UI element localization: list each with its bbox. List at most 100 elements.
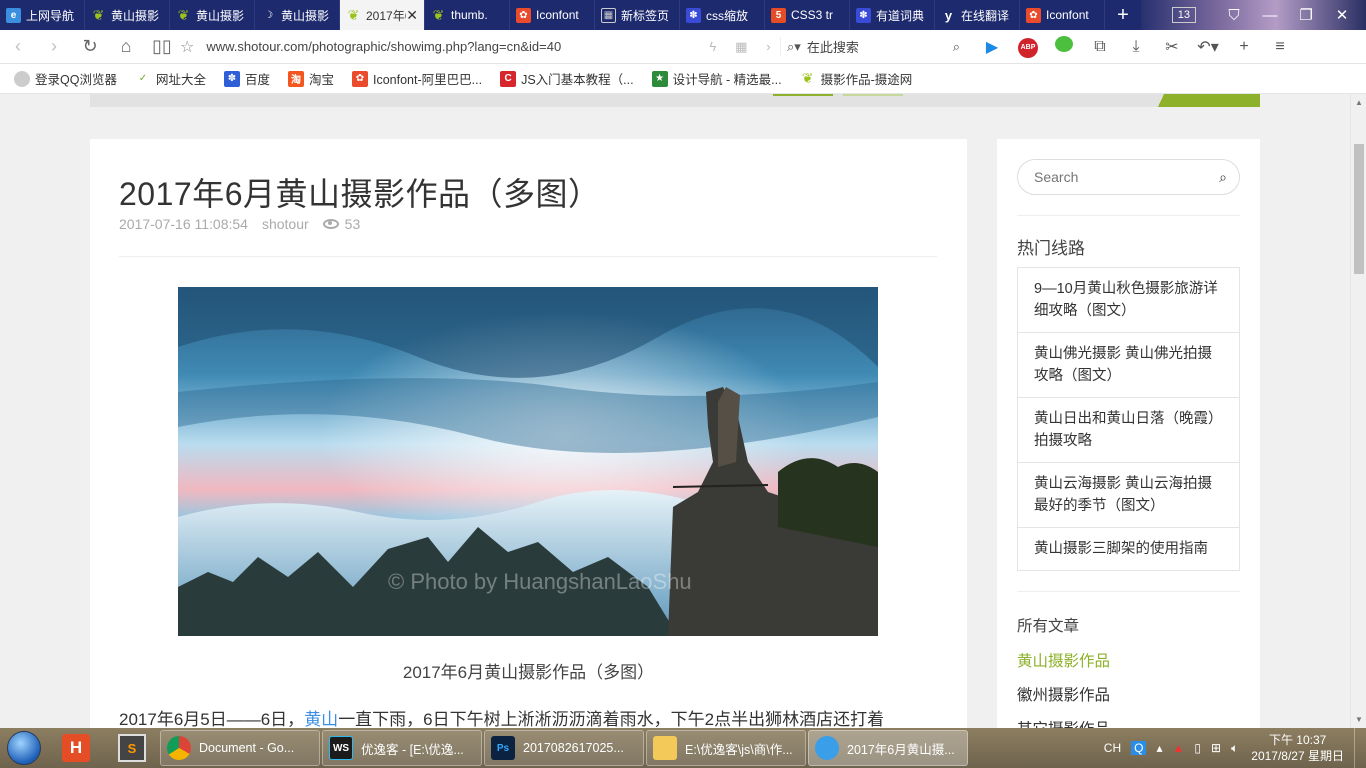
- tab-item[interactable]: ✽ css缩放: [680, 0, 765, 30]
- refresh-icon[interactable]: ↻: [72, 36, 108, 57]
- search-engine-icon[interactable]: ⌕▾: [787, 39, 801, 55]
- qq-browser-icon: [815, 736, 839, 760]
- taskbar-item[interactable]: WS 优逸客 - [E:\优逸...: [322, 730, 482, 766]
- extension-icon[interactable]: ⧉: [1082, 38, 1118, 56]
- nav-underline: [843, 94, 903, 96]
- bookmark-item[interactable]: 登录QQ浏览器: [14, 69, 117, 88]
- search-icon[interactable]: ⌕: [953, 39, 960, 55]
- search-icon[interactable]: ⌕: [1219, 169, 1227, 186]
- close-window-icon[interactable]: ✕: [1324, 6, 1360, 24]
- minimize-icon[interactable]: —: [1252, 7, 1288, 24]
- scroll-thumb[interactable]: [1354, 144, 1364, 274]
- video-play-icon[interactable]: ▶: [974, 37, 1010, 57]
- scroll-down-icon[interactable]: ▼: [1355, 715, 1363, 724]
- taskbar-item[interactable]: E:\优逸客\js\商\作...: [646, 730, 806, 766]
- bookmark-item[interactable]: 淘淘宝: [287, 69, 334, 88]
- download-icon[interactable]: ⤓: [1118, 38, 1154, 56]
- bookmark-label: 网址大全: [155, 73, 206, 87]
- start-button[interactable]: [0, 728, 48, 768]
- tab-count-badge[interactable]: 13: [1171, 7, 1196, 23]
- route-link[interactable]: 黄山云海摄影 黄山云海拍摄最好的季节（图文）: [1018, 463, 1239, 528]
- scroll-up-icon[interactable]: ▲: [1355, 98, 1363, 107]
- tab-label: 上网导航: [26, 8, 75, 23]
- device-icon[interactable]: ▯: [1194, 741, 1201, 755]
- tab-item[interactable]: ▦ 新标签页: [595, 0, 680, 30]
- pinned-sublime[interactable]: S: [104, 728, 160, 768]
- show-desktop-button[interactable]: [1354, 728, 1366, 768]
- taskbar-item[interactable]: Ps 2017082617025...: [484, 730, 644, 766]
- lightning-icon[interactable]: ϟ: [709, 39, 716, 55]
- undo-icon[interactable]: ↶▾: [1190, 37, 1226, 57]
- pinned-hbuilder[interactable]: H: [48, 728, 104, 768]
- url-field[interactable]: ☆ www.shotour.com/photographic/showimg.p…: [180, 37, 700, 57]
- addr-tools: ϟ ▦ ›: [700, 39, 780, 55]
- tab-label: 有道词典: [876, 8, 925, 23]
- route-link[interactable]: 黄山佛光摄影 黄山佛光拍摄攻略（图文）: [1018, 333, 1239, 398]
- flag-icon[interactable]: ▲: [1173, 741, 1185, 755]
- reader-icon[interactable]: ▯▯: [144, 36, 180, 57]
- tab-label: css缩放: [706, 8, 749, 23]
- adblock-icon[interactable]: ABP: [1010, 36, 1046, 58]
- chevron-right-icon[interactable]: ›: [766, 39, 770, 55]
- tab-item[interactable]: y 在线翻译: [935, 0, 1020, 30]
- article-photo[interactable]: © Photo by HuangshanLaoShu: [178, 287, 878, 636]
- browser-search-field[interactable]: ⌕▾ 在此搜索 ⌕: [780, 37, 960, 56]
- taskbar-item-label: 2017082617025...: [523, 741, 624, 755]
- taskbar-item[interactable]: Document - Go...: [160, 730, 320, 766]
- hot-routes-heading: 热门线路: [1017, 239, 1085, 258]
- tab-item[interactable]: ✿ Iconfont: [1020, 0, 1105, 30]
- wechat-icon[interactable]: [1046, 36, 1082, 57]
- new-tab-button[interactable]: +: [1105, 0, 1141, 30]
- qq-tray-icon[interactable]: Q: [1131, 741, 1147, 755]
- tab-item[interactable]: ✽ 有道词典: [850, 0, 935, 30]
- back-icon[interactable]: ‹: [0, 36, 36, 57]
- c-logo-icon: C: [500, 70, 517, 87]
- tab-label: thumb.: [451, 8, 488, 22]
- close-tab-icon[interactable]: ✕: [406, 7, 418, 24]
- page-scrollbar[interactable]: ▲ ▼: [1350, 94, 1366, 728]
- article-author[interactable]: shotour: [262, 216, 309, 232]
- menu-icon[interactable]: ≡: [1262, 38, 1298, 56]
- volume-icon[interactable]: 🔈︎: [1231, 741, 1238, 756]
- plus-icon[interactable]: +: [1226, 38, 1262, 56]
- tab-item[interactable]: e 上网导航: [0, 0, 85, 30]
- skin-icon[interactable]: ⛉: [1216, 7, 1252, 24]
- tab-item[interactable]: ✿ Iconfont: [510, 0, 595, 30]
- clock[interactable]: 下午 10:37 2017/8/27 星期日: [1251, 732, 1344, 764]
- iconfont-icon: ✿: [1026, 7, 1041, 23]
- forward-icon[interactable]: ›: [36, 36, 72, 57]
- route-link[interactable]: 9—10月黄山秋色摄影旅游详细攻略（图文）: [1018, 268, 1239, 333]
- home-icon[interactable]: ⌂: [108, 36, 144, 57]
- scissors-icon[interactable]: ✂: [1154, 37, 1190, 57]
- sidebar-search-input[interactable]: [1034, 169, 1204, 185]
- bookmark-item[interactable]: ✓ 网址大全: [135, 69, 206, 88]
- network-icon[interactable]: ⊞: [1211, 741, 1221, 755]
- taskbar-item-active[interactable]: 2017年6月黄山摄...: [808, 730, 968, 766]
- tab-item[interactable]: ❦ thumb.: [425, 0, 510, 30]
- bookmark-item[interactable]: ❦ 摄影作品-摄途网: [800, 69, 913, 88]
- star-icon[interactable]: ☆: [180, 37, 194, 57]
- category-link-active[interactable]: 黄山摄影作品: [1017, 649, 1110, 671]
- bookmark-item[interactable]: ✿ Iconfont-阿里巴巴...: [352, 69, 482, 88]
- bookmark-item[interactable]: ✽ 百度: [223, 69, 270, 88]
- tray-arrow-icon[interactable]: ▴: [1156, 741, 1162, 755]
- bookmark-item[interactable]: C JS入门基本教程（...: [500, 69, 634, 88]
- category-link[interactable]: 其它摄影作品: [1017, 717, 1110, 728]
- input-language[interactable]: CH: [1104, 741, 1121, 755]
- sidebar: ⌕ 热门线路 9—10月黄山秋色摄影旅游详细攻略（图文） 黄山佛光摄影 黄山佛光…: [997, 139, 1260, 728]
- tab-item[interactable]: ❦ 黄山摄影: [170, 0, 255, 30]
- maximize-icon[interactable]: ❐: [1288, 6, 1324, 24]
- tab-item[interactable]: 5 CSS3 tr: [765, 0, 850, 30]
- url-text: www.shotour.com/photographic/showimg.php…: [206, 39, 562, 54]
- qrcode-icon[interactable]: ▦: [735, 39, 747, 55]
- category-link[interactable]: 徽州摄影作品: [1017, 683, 1110, 705]
- bookmark-item[interactable]: ★ 设计导航 - 精选最...: [651, 69, 782, 88]
- route-link[interactable]: 黄山日出和黄山日落（晚霞）拍摄攻略: [1018, 398, 1239, 463]
- tab-item[interactable]: ❦ 黄山摄影: [85, 0, 170, 30]
- huangshan-link[interactable]: 黄山: [304, 710, 338, 728]
- article-date: 2017-07-16 11:08:54: [119, 216, 248, 232]
- taobao-icon: 淘: [287, 70, 304, 87]
- route-link[interactable]: 黄山摄影三脚架的使用指南: [1018, 528, 1239, 570]
- tab-item[interactable]: ☽ 黄山摄影: [255, 0, 340, 30]
- tab-item-active[interactable]: ❦ 2017年6✕: [340, 0, 425, 30]
